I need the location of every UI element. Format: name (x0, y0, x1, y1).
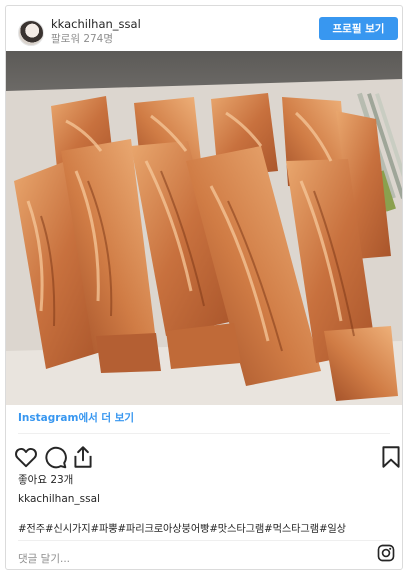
divider (18, 433, 390, 434)
follower-count: 팔로워 274명 (51, 33, 114, 45)
instagram-logo-icon[interactable] (377, 544, 395, 562)
comment-input[interactable]: 댓글 달기... (18, 551, 70, 566)
comment-icon[interactable] (42, 444, 68, 470)
post-header: kkachilhan_ssal 팔로워 274명 프로필 보기 (6, 6, 402, 50)
divider (18, 540, 390, 541)
view-profile-button[interactable]: 프로필 보기 (319, 17, 398, 40)
like-count[interactable]: 좋아요 23개 (18, 472, 73, 487)
post-photo[interactable] (6, 51, 402, 405)
caption-hashtags[interactable]: #전주#신시가지#파뿡#파리크로아상붕어빵#맛스타그램#먹스타그램#일상 (18, 520, 346, 535)
bookmark-icon[interactable] (378, 444, 404, 470)
share-icon[interactable] (70, 444, 96, 470)
header-username[interactable]: kkachilhan_ssal (51, 17, 141, 31)
view-on-instagram-link[interactable]: Instagram에서 더 보기 (18, 410, 134, 425)
caption-username[interactable]: kkachilhan_ssal (18, 493, 100, 505)
avatar[interactable] (18, 20, 44, 46)
heart-icon[interactable] (13, 444, 39, 470)
instagram-embed-card: kkachilhan_ssal 팔로워 274명 프로필 보기 Instagra… (5, 5, 403, 570)
